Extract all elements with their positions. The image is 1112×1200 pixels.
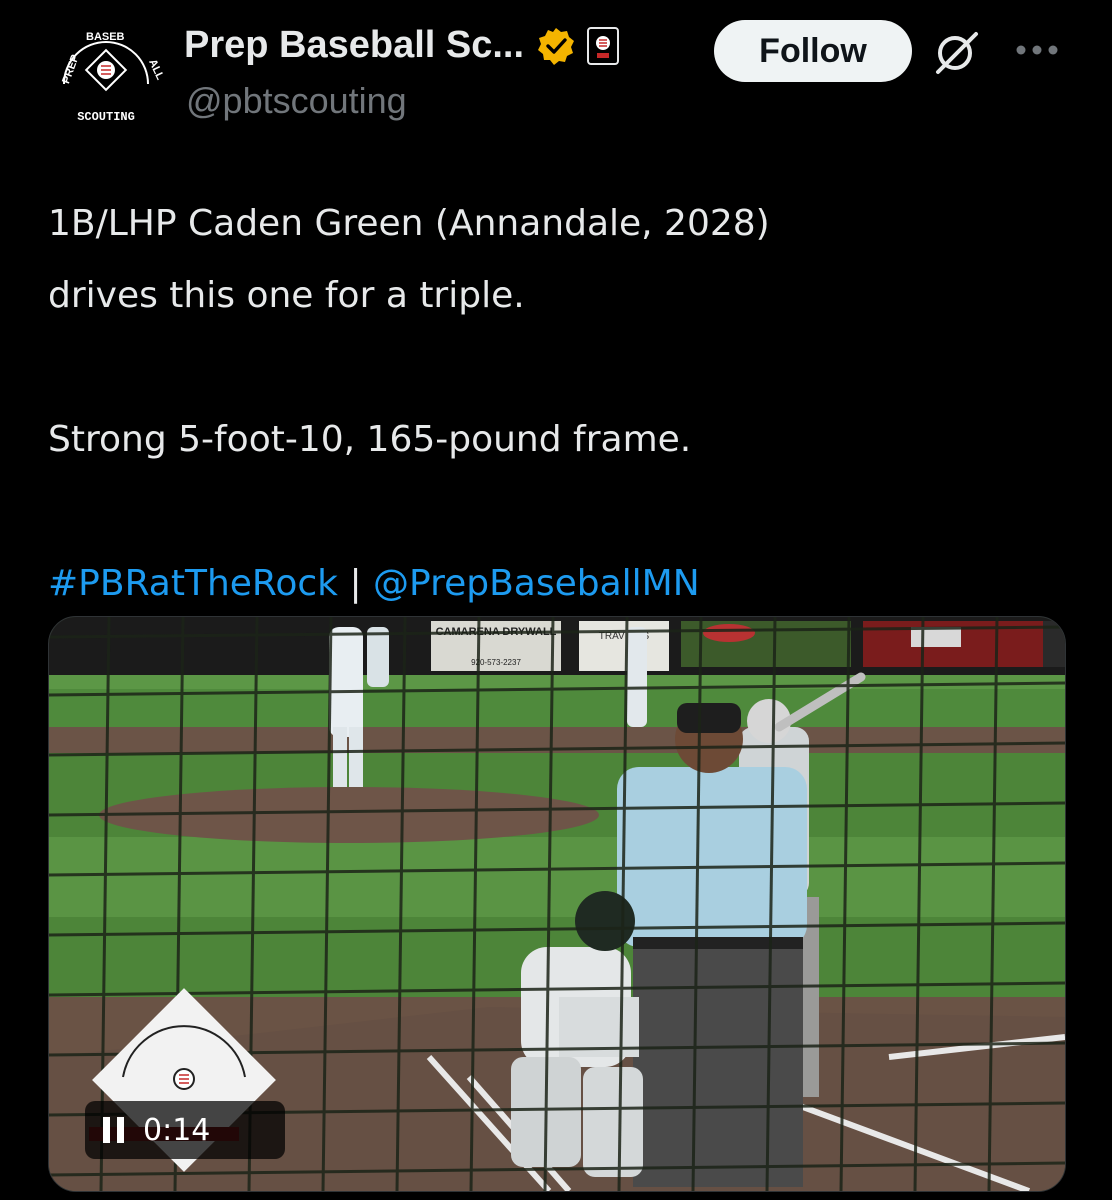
grok-icon[interactable] bbox=[930, 28, 984, 76]
post-text-line: Strong 5-foot-10, 165-pound frame. bbox=[48, 419, 692, 460]
author-name-row: Prep Baseball Sc... bbox=[184, 24, 620, 67]
separator: | bbox=[338, 563, 374, 604]
pause-icon[interactable] bbox=[103, 1117, 125, 1143]
video-timer[interactable]: 0:14 bbox=[85, 1101, 285, 1159]
pbr-scouting-logo: PREP BASEB ALL SCOUTING bbox=[46, 22, 166, 132]
hashtag-link[interactable]: #PBRatTheRock bbox=[48, 563, 338, 604]
video-elapsed-time: 0:14 bbox=[143, 1112, 211, 1148]
video-player[interactable]: CAMARENA DRYWALL 920-573-2237 TRAV LE S bbox=[48, 616, 1066, 1192]
gold-verified-badge-icon bbox=[538, 27, 575, 65]
affiliate-badge-icon bbox=[587, 26, 620, 65]
svg-text:BASEB: BASEB bbox=[86, 31, 125, 43]
post-text: 1B/LHP Caden Green (Annandale, 2028) dri… bbox=[48, 188, 1068, 620]
mention-link[interactable]: @PrepBaseballMN bbox=[373, 563, 700, 604]
post-text-line: drives this one for a triple. bbox=[48, 275, 525, 316]
follow-button[interactable]: Follow bbox=[714, 20, 912, 82]
author-display-name[interactable]: Prep Baseball Sc... bbox=[184, 24, 524, 67]
svg-text:SCOUTING: SCOUTING bbox=[77, 110, 135, 124]
avatar[interactable]: PREP BASEB ALL SCOUTING bbox=[46, 22, 166, 132]
post-header: PREP BASEB ALL SCOUTING Prep Baseball Sc… bbox=[0, 0, 1112, 150]
author-handle[interactable]: @pbtscouting bbox=[186, 80, 407, 122]
post-text-line: 1B/LHP Caden Green (Annandale, 2028) bbox=[48, 203, 770, 244]
more-options-icon[interactable] bbox=[1012, 40, 1062, 60]
post-links-line: #PBRatTheRock | @PrepBaseballMN bbox=[48, 548, 1068, 620]
